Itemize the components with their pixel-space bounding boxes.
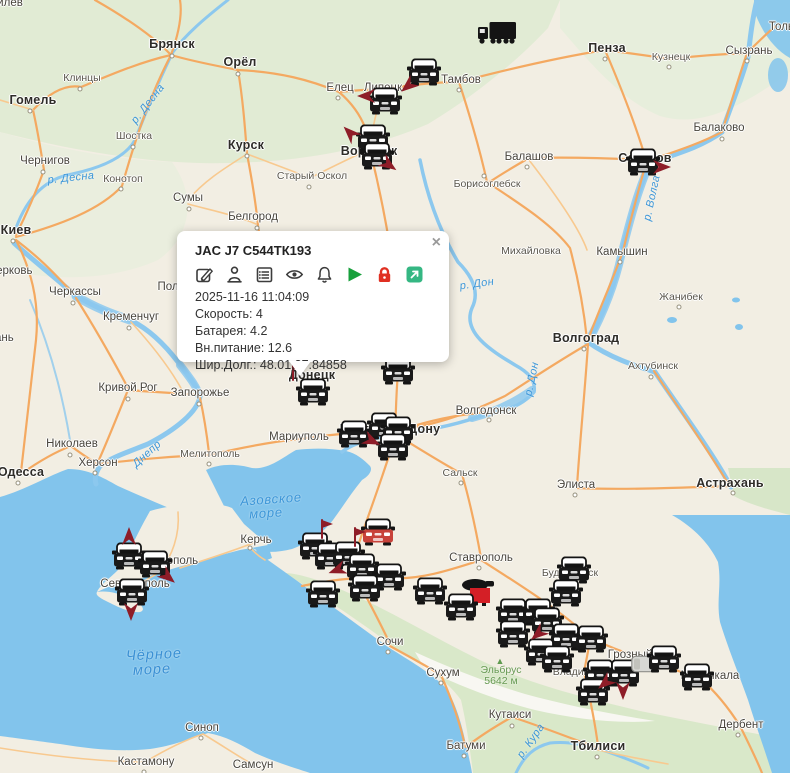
edit-icon[interactable] [195, 265, 214, 284]
popup-pointer [289, 361, 311, 376]
car-icon[interactable] [296, 379, 330, 406]
car-icon[interactable] [574, 626, 608, 653]
car-icon[interactable] [540, 646, 574, 673]
vehicle-popup: × JAC J7 С544ТК193 2025-11-16 11:04:09Ск… [177, 231, 449, 362]
close-icon[interactable]: × [432, 235, 441, 251]
eye-icon[interactable] [285, 265, 304, 284]
popup-toolbar [195, 264, 435, 284]
driver-icon[interactable] [225, 265, 244, 284]
car-icon[interactable] [306, 581, 340, 608]
truck-icon[interactable] [477, 19, 517, 45]
car-icon[interactable] [348, 575, 382, 602]
car-icon[interactable] [647, 646, 681, 673]
external-link-icon[interactable] [405, 265, 424, 284]
flag-marker-icon [319, 519, 335, 539]
vehicle-info-lines: 2025-11-16 11:04:09Скорость: 4Батарея: 4… [195, 289, 435, 374]
lock-icon[interactable] [375, 265, 394, 284]
info-line: Шир.Долг.: 48.01,37.84858 [195, 357, 435, 374]
play-icon[interactable] [345, 265, 364, 284]
car-icon[interactable] [680, 664, 714, 691]
direction-arrow-icon [356, 88, 376, 104]
direction-arrow-icon [123, 602, 139, 622]
flag-marker-icon [352, 527, 368, 547]
direction-arrow-icon [121, 526, 137, 546]
vehicle-title: JAC J7 С544ТК193 [195, 243, 435, 258]
info-line: Скорость: 4 [195, 306, 435, 323]
map-vehicles-layer [0, 0, 790, 773]
bell-icon[interactable] [315, 265, 334, 284]
direction-arrow-icon [652, 159, 672, 175]
info-line: Вн.питание: 12.6 [195, 340, 435, 357]
car-icon[interactable] [413, 578, 447, 605]
info-line: 2025-11-16 11:04:09 [195, 289, 435, 306]
list-icon[interactable] [255, 265, 274, 284]
direction-arrow-icon [615, 681, 631, 701]
map-canvas[interactable]: илевБрянскОрёлКлинцыГомельШосткаКурскЧер… [0, 0, 790, 773]
info-line: Батарея: 4.2 [195, 323, 435, 340]
car-icon[interactable] [444, 594, 478, 621]
